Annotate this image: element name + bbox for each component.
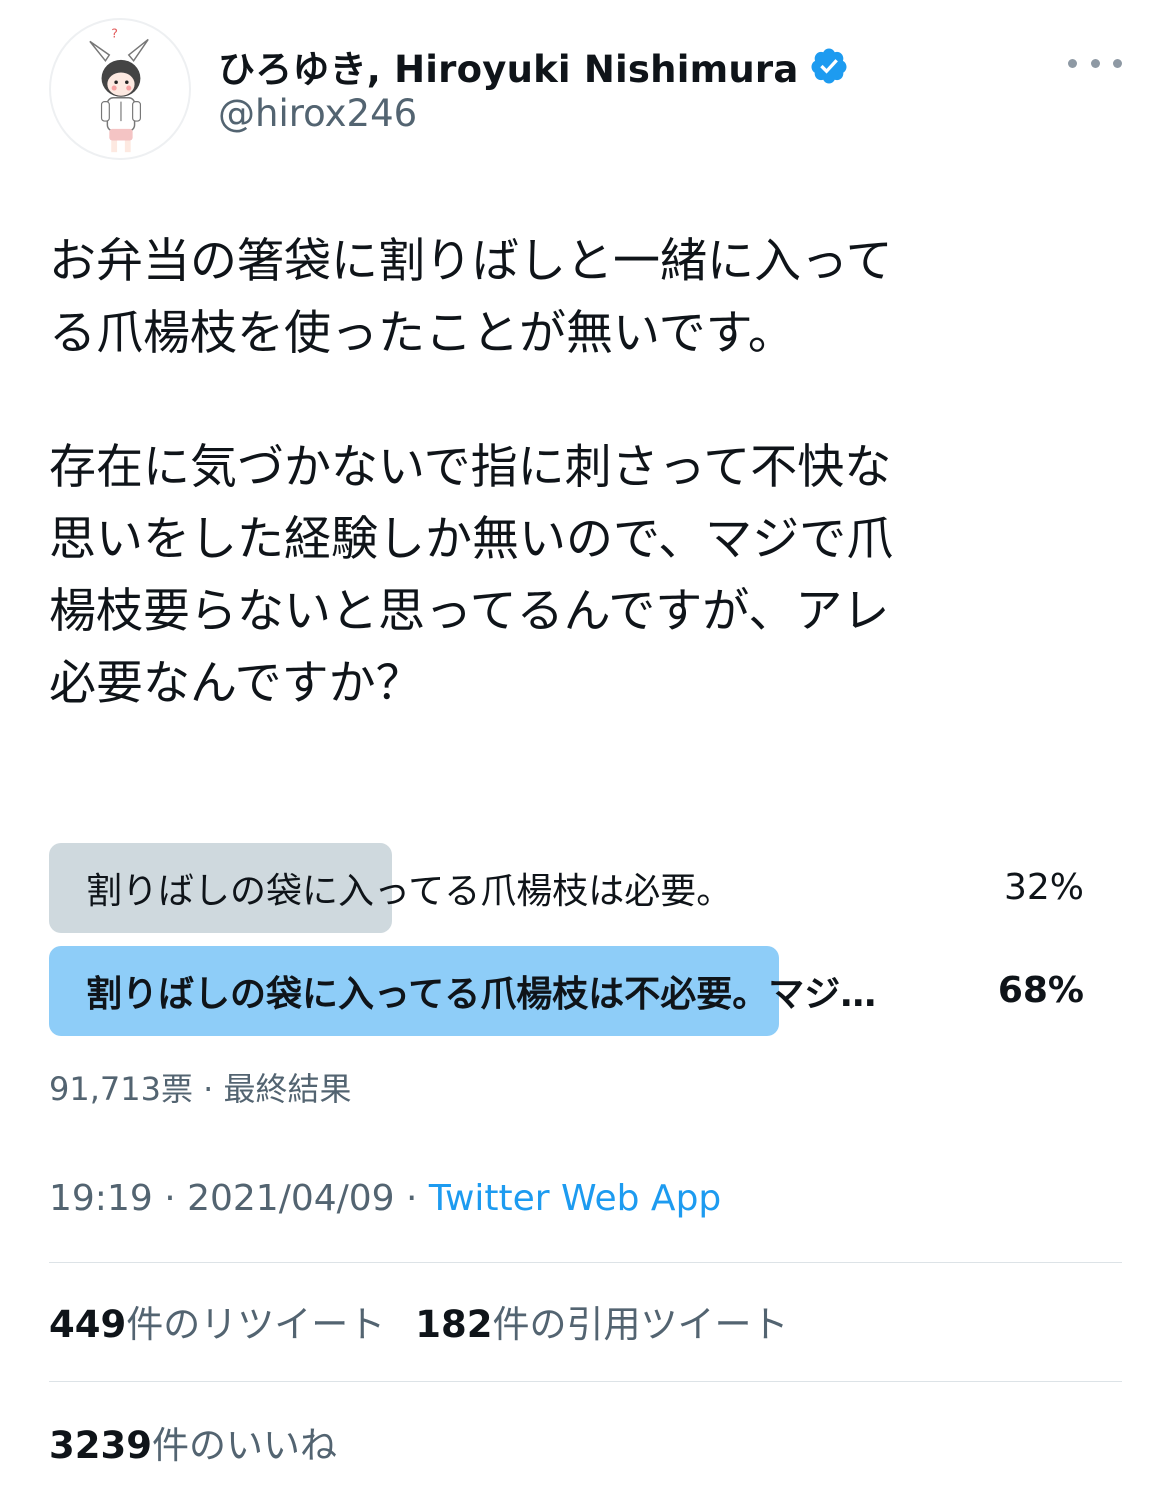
tweet-text-line: 必要なんですか？ [49,656,423,711]
poll-option-1: 割りばしの袋に入ってる爪楊枝は必要。 32% [49,843,1122,933]
handle[interactable]: @hirox246 [218,92,417,135]
poll-option-label: 割りばしの袋に入ってる爪楊枝は不必要。マジ… [86,974,877,1015]
svg-text:?: ? [111,25,118,40]
tweet-text-paragraph-1: お弁当の箸袋に割りばしと一緒に入って る爪楊枝を使ったことが無いです。 [49,226,1124,370]
retweets-link[interactable]: 449件のリツイート [49,1294,385,1348]
divider [49,1381,1122,1382]
tweet-text-line: 思いをした経験しか無いので、マジで爪 [49,512,894,567]
tweet-text-line: 存在に気づかないで指に刺さって不快な [49,440,892,495]
likes-count: 3239 [49,1424,152,1467]
poll-option-2: 割りばしの袋に入ってる爪楊枝は不必要。マジ… 68% [49,946,1122,1036]
source-app-link[interactable]: Twitter Web App [429,1178,721,1219]
tweet-text-line: 楊枝要らないと思ってるんですが、アレ [49,584,890,639]
quote-tweets-count: 182 [415,1303,493,1346]
avatar[interactable]: ? [49,18,191,160]
display-name[interactable]: ひろゆき, Hiroyuki Nishimura [218,39,799,93]
more-options-icon[interactable] [1068,48,1122,78]
poll-vote-count: 91,713票 · 最終結果 [49,1070,352,1108]
verified-badge-icon [810,48,846,84]
likes-link[interactable]: 3239件のいいね [49,1414,337,1470]
poll-option-label: 割りばしの袋に入ってる爪楊枝は必要。 [86,871,733,912]
retweets-count: 449 [49,1303,127,1346]
tweet-detail: ? ひろゆき, Hiroyuki Nishimura @hirox246 お弁当… [0,0,1170,1493]
quote-tweets-link[interactable]: 182件の引用ツイート [415,1294,788,1348]
quote-tweets-label: 件の引用ツイート [492,1303,789,1346]
poll-option-percent: 32% [1003,867,1084,908]
retweets-label: 件のリツイート [126,1303,386,1346]
time-date[interactable]: 19:19 · 2021/04/09 · [49,1178,429,1219]
likes-label: 件のいいね [151,1424,337,1467]
engagement-stats: 449件のリツイート 182件の引用ツイート [49,1293,788,1349]
tweet-timestamp: 19:19 · 2021/04/09 · Twitter Web App [49,1178,721,1219]
tweet-text-line: る爪楊枝を使ったことが無いです。 [49,306,795,361]
poll-option-percent: 68% [997,970,1084,1011]
author-name-row[interactable]: ひろゆき, Hiroyuki Nishimura [218,38,849,94]
tweet-text-paragraph-2: 存在に気づかないで指に刺さって不快な 思いをした経験しか無いので、マジで爪 楊枝… [49,432,1124,720]
tweet-text-line: お弁当の箸袋に割りばしと一緒に入って [49,234,893,289]
divider [49,1262,1122,1263]
bunny-ears-character-avatar-icon: ? [89,25,149,153]
